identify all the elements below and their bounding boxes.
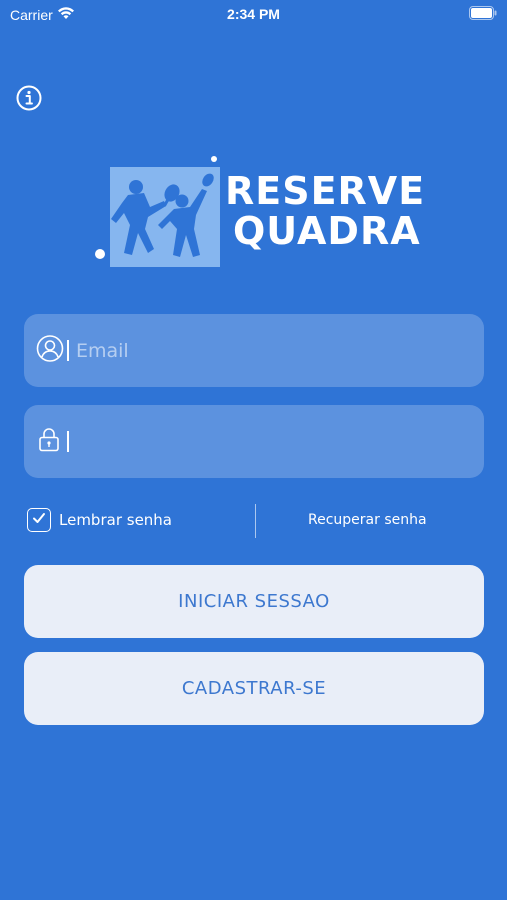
password-field[interactable] [24, 405, 484, 478]
remember-password-toggle[interactable]: Lembrar senha [27, 508, 172, 532]
status-bar: Carrier 2:34 PM [0, 0, 507, 30]
app-logo: RESERVE QUADRA [92, 155, 425, 273]
logo-ball-small [211, 156, 217, 162]
email-field[interactable] [24, 314, 484, 387]
battery-icon [469, 6, 497, 23]
email-input[interactable] [72, 314, 480, 387]
checkmark-icon [32, 511, 46, 529]
remember-label: Lembrar senha [59, 511, 172, 529]
logo-line-1: RESERVE [225, 169, 426, 213]
info-icon[interactable] [16, 85, 42, 111]
remember-checkbox[interactable] [27, 508, 51, 532]
signup-button[interactable]: CADASTRAR-SE [24, 652, 484, 725]
login-screen: Carrier 2:34 PM RESERVE QUADRA Email Lem… [0, 0, 507, 900]
password-input[interactable] [72, 405, 480, 478]
text-cursor [67, 431, 69, 452]
tennis-players-icon [110, 167, 220, 272]
recover-password-link[interactable]: Recuperar senha [308, 512, 427, 528]
user-icon [36, 334, 64, 367]
row-divider [255, 504, 256, 538]
logo-line-2: QUADRA [233, 209, 421, 253]
login-button[interactable]: INICIAR SESSAO [24, 565, 484, 638]
lock-icon [38, 426, 60, 457]
logo-ball [95, 249, 105, 259]
status-time: 2:34 PM [227, 6, 280, 22]
text-cursor [67, 340, 69, 361]
logo-text: RESERVE QUADRA [225, 171, 425, 251]
